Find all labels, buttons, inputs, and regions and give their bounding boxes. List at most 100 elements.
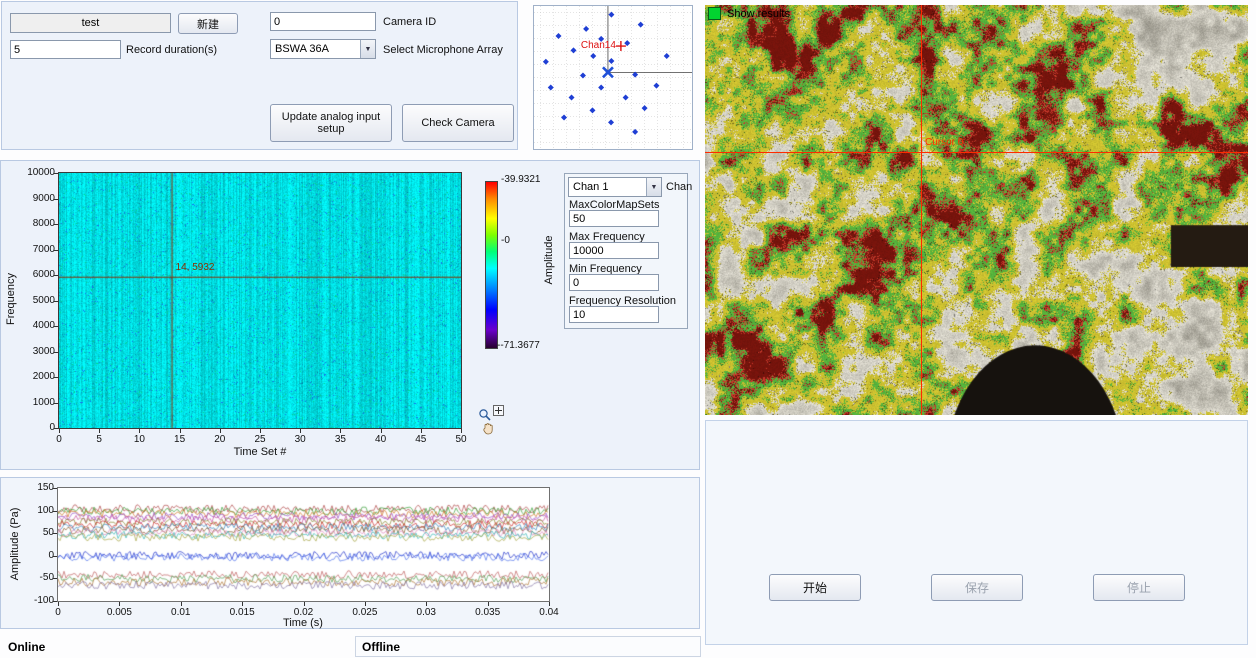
config-panel: 新建 Camera ID Record duration(s) BSWA 36A… bbox=[1, 1, 518, 150]
y-tick-mark bbox=[53, 578, 57, 579]
mic-point bbox=[555, 33, 561, 39]
waveform-x-axis-label: Time (s) bbox=[263, 617, 343, 629]
mic-point bbox=[653, 83, 659, 89]
mic-point bbox=[590, 53, 596, 59]
x-tick-label: 0.035 bbox=[466, 607, 510, 618]
mic-array-value: BSWA 36A bbox=[275, 43, 329, 55]
mic-array-dropdown[interactable]: BSWA 36A ▼ bbox=[270, 39, 376, 59]
x-tick-label: 0.025 bbox=[343, 607, 387, 618]
colorbar-mid-label: -0 bbox=[501, 235, 510, 246]
record-duration-input[interactable] bbox=[10, 40, 121, 59]
x-tick-mark bbox=[220, 429, 221, 433]
mic-point bbox=[608, 119, 614, 125]
x-tick-label: 20 bbox=[198, 434, 242, 445]
y-tick-mark bbox=[53, 511, 57, 512]
min-frequency-input[interactable] bbox=[569, 274, 659, 291]
x-tick-mark bbox=[421, 429, 422, 433]
show-results-label: Show results bbox=[727, 8, 790, 20]
max-colormap-input[interactable] bbox=[569, 210, 659, 227]
y-tick-mark bbox=[54, 224, 58, 225]
mic-point bbox=[608, 58, 614, 64]
save-button[interactable]: 保存 bbox=[931, 574, 1023, 601]
y-tick-label: 6000 bbox=[11, 269, 55, 280]
y-tick-mark bbox=[54, 250, 58, 251]
spectrogram-panel: Frequency Time Set # -39.9321 -0 --71.36… bbox=[0, 160, 700, 470]
online-status-label: Online bbox=[8, 640, 45, 654]
update-analog-input-button[interactable]: Update analog input setup bbox=[270, 104, 392, 142]
x-tick-mark bbox=[340, 429, 341, 433]
y-tick-mark bbox=[53, 556, 57, 557]
x-tick-label: 0 bbox=[37, 434, 81, 445]
mic-point bbox=[583, 26, 589, 32]
frequency-resolution-input[interactable] bbox=[569, 306, 659, 323]
spectrogram-controls-group: Chan 1 ▼ Chan MaxColorMapSets Max Freque… bbox=[564, 173, 688, 329]
acoustic-map-canvas[interactable] bbox=[705, 5, 1248, 415]
mic-point bbox=[543, 59, 549, 65]
spectrogram-plot[interactable] bbox=[58, 172, 462, 429]
max-frequency-input[interactable] bbox=[569, 242, 659, 259]
y-tick-mark bbox=[53, 601, 57, 602]
y-tick-label: 150 bbox=[10, 482, 54, 493]
x-tick-mark bbox=[119, 602, 120, 606]
chan-cursor-label: Chan14 bbox=[581, 40, 616, 51]
offline-status-bar: Offline bbox=[355, 636, 701, 657]
y-tick-label: 0 bbox=[11, 422, 55, 433]
mic-point bbox=[624, 40, 630, 46]
actions-panel: 开始 保存 停止 bbox=[705, 420, 1248, 645]
spectrogram-x-axis-label: Time Set # bbox=[220, 446, 300, 458]
pan-hand-icon[interactable] bbox=[482, 422, 495, 435]
y-tick-label: 100 bbox=[10, 505, 54, 516]
x-tick-mark bbox=[180, 429, 181, 433]
new-button[interactable]: 新建 bbox=[178, 13, 238, 34]
camera-cursor-hline[interactable] bbox=[705, 152, 1248, 153]
x-tick-label: 50 bbox=[439, 434, 483, 445]
x-tick-label: 30 bbox=[278, 434, 322, 445]
colorbar-axis-label: Amplitude bbox=[543, 220, 555, 300]
mic-point bbox=[623, 95, 629, 101]
y-tick-label: 3000 bbox=[11, 346, 55, 357]
x-tick-mark bbox=[461, 429, 462, 433]
x-tick-label: 40 bbox=[359, 434, 403, 445]
spectrogram-cursor-label: 14, 5932 bbox=[176, 262, 215, 273]
x-tick-label: 0 bbox=[36, 607, 80, 618]
y-tick-mark bbox=[54, 403, 58, 404]
camera-id-input[interactable] bbox=[270, 12, 376, 31]
y-tick-mark bbox=[54, 173, 58, 174]
chevron-down-icon[interactable]: ▼ bbox=[360, 40, 375, 58]
x-tick-mark bbox=[304, 602, 305, 606]
camera-view[interactable]: Cursor 0 Show results bbox=[705, 5, 1248, 415]
stop-button[interactable]: 停止 bbox=[1093, 574, 1185, 601]
y-tick-label: -100 bbox=[10, 595, 54, 606]
zoom-select-icon[interactable] bbox=[493, 405, 504, 416]
y-tick-mark bbox=[53, 488, 57, 489]
colorbar-max-label: -39.9321 bbox=[501, 174, 540, 185]
y-tick-mark bbox=[54, 275, 58, 276]
x-tick-label: 0.015 bbox=[220, 607, 264, 618]
zoom-icon[interactable] bbox=[478, 408, 492, 422]
channel-dropdown[interactable]: Chan 1 ▼ bbox=[568, 177, 662, 197]
x-tick-label: 15 bbox=[158, 434, 202, 445]
check-camera-button[interactable]: Check Camera bbox=[402, 104, 514, 142]
x-tick-mark bbox=[58, 602, 59, 606]
start-button[interactable]: 开始 bbox=[769, 574, 861, 601]
x-tick-mark bbox=[59, 429, 60, 433]
x-tick-mark bbox=[99, 429, 100, 433]
chevron-down-icon[interactable]: ▼ bbox=[646, 178, 661, 196]
profile-name-input[interactable] bbox=[10, 13, 171, 33]
y-tick-label: 8000 bbox=[11, 218, 55, 229]
mic-array-plot: Chan14 bbox=[534, 6, 692, 149]
channel-dropdown-value: Chan 1 bbox=[573, 181, 608, 193]
y-tick-label: -50 bbox=[10, 572, 54, 583]
graph-tools-palette bbox=[478, 405, 512, 437]
channel-dropdown-label: Chan bbox=[666, 181, 692, 193]
x-tick-mark bbox=[139, 429, 140, 433]
mic-point bbox=[598, 85, 604, 91]
y-tick-label: 9000 bbox=[11, 193, 55, 204]
x-tick-label: 0.04 bbox=[527, 607, 571, 618]
mic-point bbox=[569, 95, 575, 101]
camera-cursor-vline[interactable] bbox=[921, 5, 922, 415]
show-results-indicator[interactable] bbox=[708, 7, 721, 20]
chan-cursor-marker bbox=[616, 41, 626, 51]
x-tick-mark bbox=[181, 602, 182, 606]
y-tick-label: 1000 bbox=[11, 397, 55, 408]
